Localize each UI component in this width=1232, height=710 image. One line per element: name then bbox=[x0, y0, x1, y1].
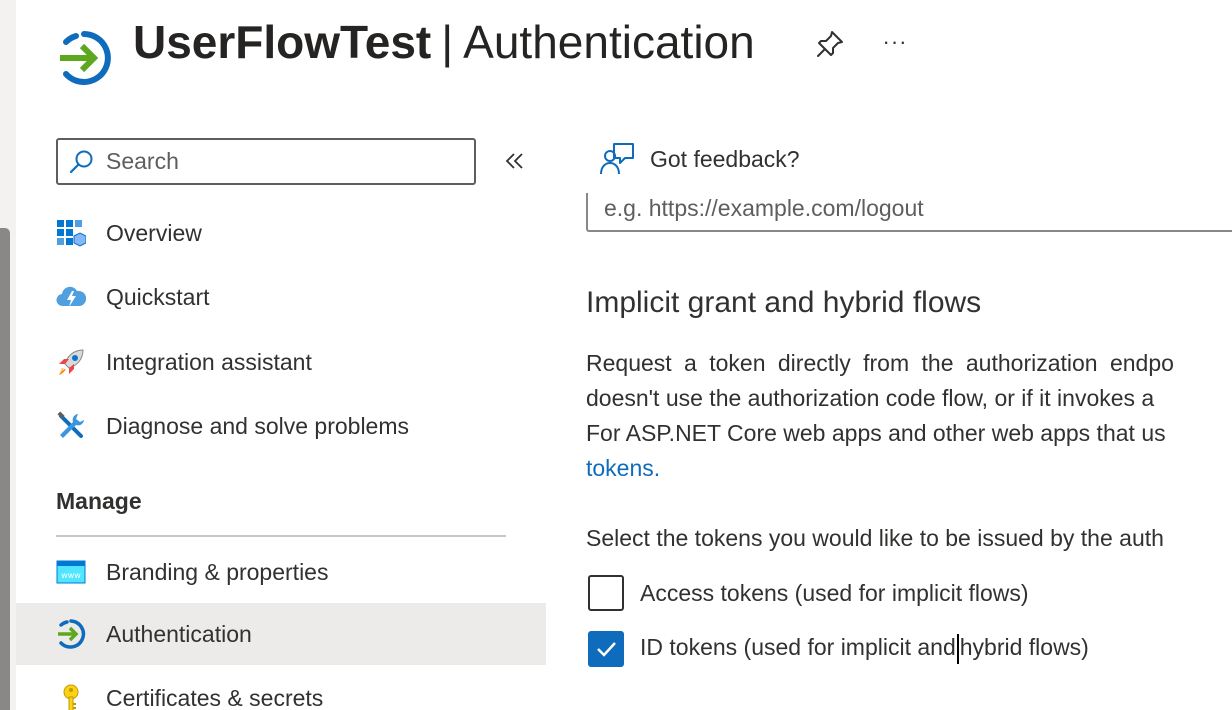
tokens-link[interactable]: tokens. bbox=[586, 455, 660, 482]
pin-icon[interactable] bbox=[814, 28, 846, 60]
access-tokens-checkbox[interactable] bbox=[588, 575, 624, 611]
sidebar-item-branding[interactable]: www Branding & properties bbox=[16, 541, 546, 603]
sidebar-item-overview[interactable]: Overview bbox=[16, 202, 546, 264]
section-divider bbox=[56, 535, 506, 537]
section-title: Implicit grant and hybrid flows bbox=[586, 286, 982, 319]
sign-in-arrow-icon bbox=[58, 619, 86, 649]
text-cursor bbox=[956, 634, 959, 664]
sidebar-item-label: Integration assistant bbox=[106, 348, 312, 375]
access-tokens-checkbox-row[interactable]: Access tokens (used for implicit flows) bbox=[588, 575, 1029, 611]
sidebar-item-label: Certificates & secrets bbox=[106, 684, 324, 710]
checkmark-icon bbox=[597, 642, 616, 657]
cloud-lightning-icon bbox=[56, 286, 86, 307]
description-line-3: For ASP.NET Core web apps and other web … bbox=[586, 420, 1166, 446]
sidebar-item-certificates[interactable]: Certificates & secrets bbox=[16, 667, 546, 710]
sidebar-item-label: Authentication bbox=[106, 620, 252, 647]
grid-cube-icon bbox=[57, 220, 86, 247]
resource-name: UserFlowTest bbox=[133, 16, 432, 68]
key-icon bbox=[63, 684, 79, 710]
feedback-button[interactable]: Got feedback? bbox=[598, 140, 800, 178]
id-tokens-label-start: ID tokens (used for implicit and bbox=[640, 634, 956, 661]
logout-url-field[interactable] bbox=[586, 193, 1232, 232]
search-box[interactable] bbox=[56, 138, 476, 185]
description-line-2: doesn't use the authorization code flow,… bbox=[586, 385, 1155, 411]
search-input[interactable] bbox=[106, 148, 446, 175]
id-tokens-label-end: hybrid flows) bbox=[959, 634, 1089, 661]
sidebar-item-label: Branding & properties bbox=[106, 558, 329, 585]
page-title: UserFlowTest | Authentication bbox=[133, 14, 755, 70]
sidebar-item-diagnose[interactable]: Diagnose and solve problems bbox=[16, 395, 546, 457]
access-tokens-label: Access tokens (used for implicit flows) bbox=[640, 579, 1029, 606]
sidebar-item-integration-assistant[interactable]: Integration assistant bbox=[16, 331, 546, 393]
double-chevron-left-icon[interactable] bbox=[500, 146, 530, 176]
scrollbar-thumb[interactable] bbox=[0, 228, 10, 710]
select-tokens-prompt: Select the tokens you would like to be i… bbox=[586, 525, 1164, 551]
id-tokens-checkbox[interactable] bbox=[588, 631, 624, 667]
id-tokens-checkbox-row[interactable]: ID tokens (used for implicit and hybrid f… bbox=[588, 631, 1089, 667]
description-line-1: Request a token directly from the author… bbox=[586, 350, 1174, 376]
rocket-icon bbox=[59, 349, 84, 375]
sidebar-item-quickstart[interactable]: Quickstart bbox=[16, 266, 546, 328]
svg-text:www: www bbox=[61, 571, 81, 580]
blade-name: Authentication bbox=[463, 16, 755, 68]
title-separator: | bbox=[441, 16, 454, 68]
sidebar-item-label: Quickstart bbox=[106, 283, 210, 310]
feedback-person-icon bbox=[600, 143, 634, 175]
section-heading-manage: Manage bbox=[56, 488, 142, 514]
sidebar-item-label: Overview bbox=[106, 219, 202, 246]
logout-url-input[interactable] bbox=[604, 195, 1204, 222]
sidebar-item-label: Diagnose and solve problems bbox=[106, 412, 410, 439]
more-options-button[interactable]: ··· bbox=[878, 28, 912, 60]
feedback-label: Got feedback? bbox=[650, 145, 800, 172]
www-window-icon: www bbox=[56, 560, 86, 584]
wrench-screwdriver-icon bbox=[57, 411, 84, 438]
id-tokens-label: ID tokens (used for implicit and hybrid f… bbox=[640, 634, 1089, 664]
sign-in-arrow-icon bbox=[60, 31, 111, 85]
sidebar-item-authentication[interactable]: Authentication bbox=[16, 603, 546, 665]
search-icon bbox=[69, 150, 93, 173]
